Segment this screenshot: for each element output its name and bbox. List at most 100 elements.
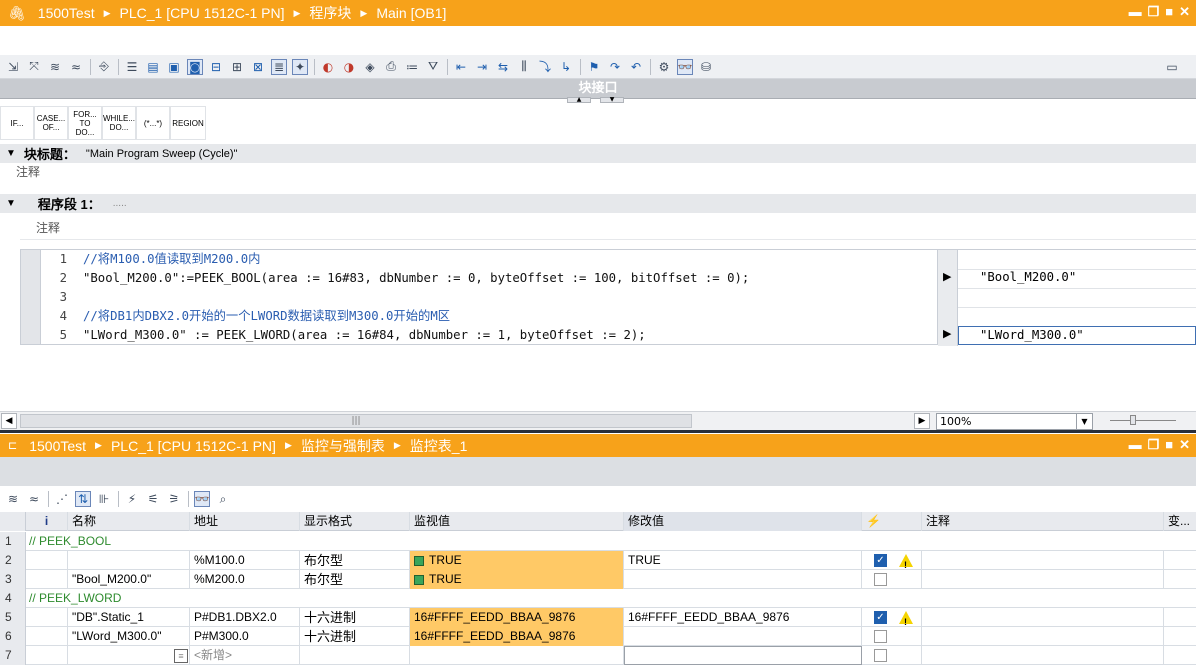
- row-number[interactable]: 7: [0, 646, 26, 665]
- insert-row-icon[interactable]: ≋: [6, 492, 20, 506]
- instruction-while[interactable]: WHILE... DO...: [102, 106, 136, 140]
- close-icon[interactable]: ✕: [1179, 4, 1190, 20]
- info-cell[interactable]: [26, 608, 68, 627]
- add-row-icon[interactable]: ≈: [27, 492, 41, 506]
- breadcrumb-project[interactable]: 1500Test: [29, 438, 86, 454]
- instruction-if[interactable]: IF...: [0, 106, 34, 140]
- table-row[interactable]: 6 "LWord_M300.0" P#M300.0 十六进制 16#FFFF_EEDD_…: [0, 627, 1196, 646]
- more-cell[interactable]: [1164, 570, 1196, 589]
- col-address[interactable]: 地址: [190, 512, 300, 531]
- step-back-icon[interactable]: ↶: [629, 60, 643, 74]
- restore-icon[interactable]: ❐: [1148, 437, 1160, 453]
- monitor-once-icon[interactable]: ⌕: [216, 492, 230, 506]
- modify-trigger-icon[interactable]: ⊪: [97, 492, 111, 506]
- modify-now-icon[interactable]: ⋰: [55, 492, 69, 506]
- name-cell[interactable]: [68, 551, 190, 570]
- breadcrumb-plc[interactable]: PLC_1 [CPU 1512C-1 PN]: [120, 5, 285, 21]
- instruction-region[interactable]: REGION: [170, 106, 206, 140]
- list-icon[interactable]: ≡: [174, 648, 188, 663]
- table-row[interactable]: 3 "Bool_M200.0" %M200.0 布尔型 TRUE: [0, 570, 1196, 589]
- collapse-icon[interactable]: ▼: [6, 198, 16, 209]
- goto-icon[interactable]: ⇆: [496, 60, 510, 74]
- monitor-glasses-icon[interactable]: 👓: [677, 58, 693, 75]
- scroll-right-icon[interactable]: ▶: [914, 413, 930, 429]
- info-cell[interactable]: [26, 551, 68, 570]
- maximize-icon[interactable]: ■: [1165, 437, 1173, 453]
- indent-icon[interactable]: ☰: [125, 60, 139, 74]
- col-more[interactable]: 变...: [1164, 512, 1196, 531]
- step-icon[interactable]: ↳: [559, 60, 573, 74]
- add-new-cell[interactable]: ≡ <新增>: [170, 646, 300, 665]
- lightning-icon[interactable]: ⚡: [862, 512, 922, 531]
- row-number[interactable]: 2: [0, 551, 26, 570]
- modify-cell[interactable]: TRUE: [624, 551, 862, 570]
- close-icon[interactable]: ✕: [1179, 437, 1190, 453]
- filter-icon[interactable]: ⛛: [426, 59, 440, 74]
- row-number[interactable]: 3: [0, 570, 26, 589]
- breadcrumb-folder[interactable]: 监控与强制表: [301, 436, 385, 456]
- go-online-icon[interactable]: ◐: [321, 60, 335, 74]
- row-number[interactable]: 6: [0, 627, 26, 646]
- minimize-icon[interactable]: ▬: [1129, 4, 1142, 20]
- minimize-icon[interactable]: ▬: [1129, 437, 1142, 453]
- maximize-icon[interactable]: ■: [1165, 4, 1173, 20]
- block-comment[interactable]: 注释: [16, 163, 40, 181]
- row-number[interactable]: 5: [0, 608, 26, 627]
- monitor-cell[interactable]: 16#FFFF_EEDD_BBAA_9876: [410, 627, 624, 646]
- modify-check-cell[interactable]: [862, 646, 922, 665]
- col-modify[interactable]: 修改值: [624, 512, 862, 531]
- jump-icon[interactable]: ⤵: [538, 60, 552, 74]
- insert-network-icon[interactable]: ⇲: [6, 60, 20, 74]
- favorite-icon[interactable]: ✦: [292, 58, 308, 75]
- modify-check-cell[interactable]: [862, 627, 922, 646]
- delete-network-icon[interactable]: ⤧: [27, 59, 41, 74]
- panel-toggle-icon[interactable]: ▭: [1165, 60, 1179, 74]
- more-cell[interactable]: [1164, 627, 1196, 646]
- code-line[interactable]: 3: [43, 288, 937, 307]
- monitor-cell[interactable]: 16#FFFF_EEDD_BBAA_9876: [410, 608, 624, 627]
- enable-peripheral-icon[interactable]: ⚞: [167, 492, 181, 506]
- code-line[interactable]: 4 //将DB1内DBX2.0开始的一个LWORD数据读取到M300.0开始的M区: [43, 307, 937, 326]
- block-title-value[interactable]: "Main Program Sweep (Cycle)": [86, 148, 237, 160]
- col-monitor[interactable]: 监视值: [410, 512, 624, 531]
- breadcrumb-block[interactable]: Main [OB1]: [376, 5, 446, 21]
- split-icon[interactable]: ⫼: [517, 59, 531, 74]
- comment-cell[interactable]: [922, 627, 1164, 646]
- tag-info-icon[interactable]: ⊞: [230, 60, 244, 74]
- address-cell[interactable]: %M200.0: [190, 570, 300, 589]
- watch-table-icon[interactable]: ⊏: [8, 439, 17, 452]
- format-cell[interactable]: 十六进制: [300, 627, 410, 646]
- zoom-slider-handle[interactable]: [1130, 415, 1136, 425]
- splitter-down-icon[interactable]: ▼: [600, 97, 624, 103]
- pin-icon[interactable]: 🖇: [8, 5, 26, 22]
- instruction-case[interactable]: CASE... OF...: [34, 106, 68, 140]
- format-cell[interactable]: 布尔型: [300, 570, 410, 589]
- col-format[interactable]: 显示格式: [300, 512, 410, 531]
- absolute-address-icon[interactable]: ◙: [187, 58, 203, 75]
- row-number[interactable]: 1: [0, 532, 26, 551]
- address-cell[interactable]: %M100.0: [190, 551, 300, 570]
- modify-check-cell[interactable]: ✓!: [862, 551, 922, 570]
- modify-checkbox[interactable]: [874, 573, 887, 587]
- scroll-left-icon[interactable]: ◀: [1, 413, 17, 429]
- code-line[interactable]: 2 "Bool_M200.0":=PEEK_BOOL(area := 16#83,…: [43, 269, 937, 288]
- unforce-icon[interactable]: ⚟: [146, 492, 160, 506]
- info-cell[interactable]: [26, 570, 68, 589]
- comment-cell[interactable]: [922, 570, 1164, 589]
- address-cell[interactable]: P#M300.0: [190, 627, 300, 646]
- more-cell[interactable]: [1164, 551, 1196, 570]
- table-row[interactable]: 2 %M100.0 布尔型 TRUE TRUE ✓!: [0, 551, 1196, 570]
- breadcrumb-folder[interactable]: 程序块: [309, 3, 351, 23]
- network-comment[interactable]: 注释: [20, 218, 1196, 240]
- group-comment[interactable]: // PEEK_BOOL: [26, 532, 1196, 551]
- comment-cell[interactable]: [922, 551, 1164, 570]
- table-row[interactable]: 1// PEEK_BOOL: [0, 532, 1196, 551]
- monitor-cell[interactable]: [410, 646, 624, 665]
- breadcrumb-watch-table[interactable]: 监控表_1: [410, 436, 468, 456]
- modify-checkbox[interactable]: [874, 630, 887, 644]
- restore-icon[interactable]: ❐: [1148, 4, 1160, 20]
- info-cell[interactable]: [26, 646, 68, 665]
- code-line[interactable]: 1 //将M100.0值读取到M200.0内: [43, 250, 937, 269]
- format-cell[interactable]: 布尔型: [300, 551, 410, 570]
- comment-cell[interactable]: [922, 646, 1164, 665]
